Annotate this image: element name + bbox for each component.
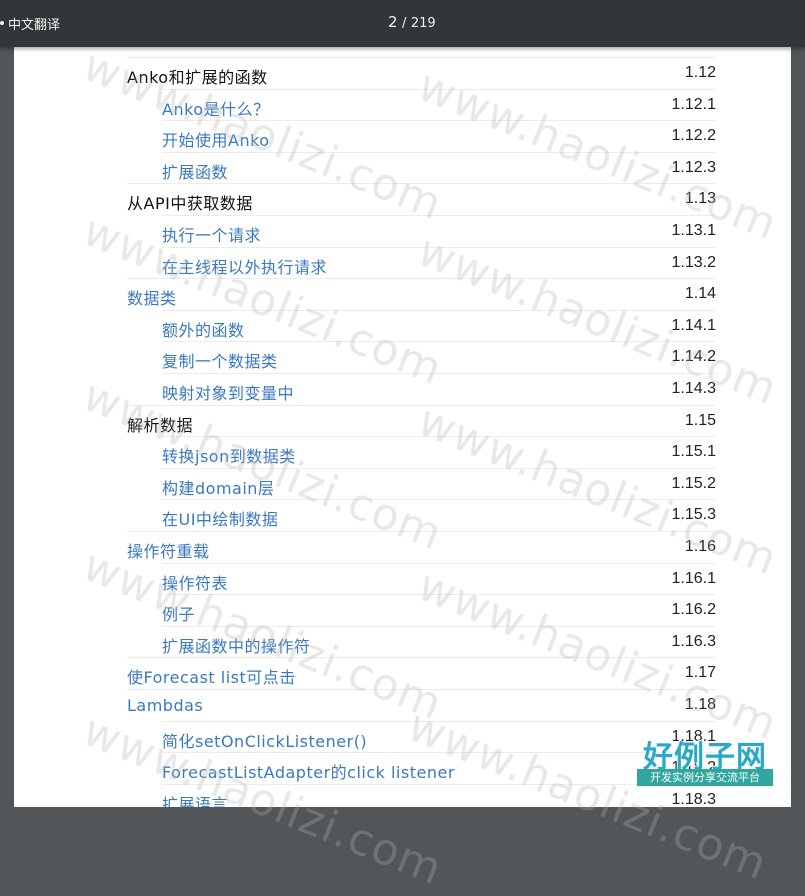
toc-section-row[interactable]: 额外的函数 1.14.1 [162, 309, 716, 342]
toc-entry-title[interactable]: 从API中获取数据 [127, 190, 253, 214]
toc-chapter-row[interactable]: Lambdas 1.18 [127, 689, 716, 721]
toc-section-row[interactable]: 扩展语言 1.18.3 [162, 783, 716, 807]
pdf-page: Anko和扩展的函数 1.12 Anko是什么？ 1.12.1 开始使用Anko 1.12… [14, 47, 791, 807]
toc-entry-title[interactable]: 转换json到数据类 [162, 443, 296, 467]
toc-section-row[interactable]: 在UI中绘制数据 1.15.3 [162, 499, 716, 531]
toc-entry-number: 1.12.1 [671, 95, 716, 113]
toc-section-row[interactable]: 转换json到数据类 1.15.1 [162, 436, 716, 468]
toc-entry-number: 1.12.2 [671, 127, 716, 145]
toc-entry-number: 1.12.3 [671, 158, 716, 176]
toc-chapter-row[interactable]: 解析数据 1.15 [127, 404, 716, 437]
toc-entry-number: 1.14.1 [671, 316, 716, 334]
toc-entry-title[interactable]: 操作符表 [162, 570, 228, 594]
toc-entry-title[interactable]: 在主线程以外执行请求 [162, 254, 327, 278]
toc-section-row[interactable]: 在主线程以外执行请求 1.13.2 [162, 246, 716, 279]
toc-chapter-row[interactable]: 使Forecast list可点击 1.17 [127, 657, 716, 689]
toc-chapter-row[interactable]: 从API中获取数据 1.13 [127, 183, 716, 215]
toc-entry-number: 1.18.3 [671, 790, 716, 807]
toc-entry-number: 1.15.1 [671, 443, 716, 461]
toc-entry-number: 1.18 [684, 696, 716, 713]
document-title: 中文翻译 [8, 17, 61, 33]
toc-entry-number: 1.16 [684, 538, 716, 555]
toc-chapter-row[interactable]: 操作符重载 1.16 [127, 531, 716, 563]
toc-entry-title[interactable]: 开始使用Anko [162, 127, 270, 151]
logo-subtitle: 开发实例分享交流平台 [637, 769, 773, 786]
toc-section-row[interactable]: 操作符表 1.16.1 [162, 562, 716, 595]
toc-entry-number: 1.15 [684, 411, 716, 429]
site-logo: 好例子网 开发实例分享交流平台 [637, 732, 773, 788]
toc-section-row[interactable]: 简化setOnClickListener() 1.18.1 [162, 720, 716, 753]
toc-entry-number: 1.15.3 [671, 506, 716, 524]
toc-entry-title[interactable]: 扩展函数 [162, 159, 228, 183]
toc-entry-title[interactable]: Lambdas [127, 696, 203, 715]
toc-entry-title[interactable]: 例子 [162, 601, 195, 625]
toc-entry-title[interactable]: 执行一个请求 [162, 222, 261, 246]
toc-entry-number: 1.15.2 [671, 474, 716, 492]
toc-entry-title[interactable]: 简化setOnClickListener() [162, 728, 367, 752]
toc-entry-title[interactable]: 在UI中绘制数据 [162, 506, 278, 530]
toc-entry-number: 1.14 [684, 285, 716, 303]
toc-entry-number: 1.16.1 [671, 569, 716, 587]
menu-dot-icon[interactable] [0, 21, 4, 25]
toc-section-row[interactable]: 例子 1.16.2 [162, 594, 716, 626]
toc-entry-title[interactable]: 扩展函数中的操作符 [162, 633, 311, 657]
toc-entry-title[interactable]: 使Forecast list可点击 [127, 664, 296, 688]
toc-section-row[interactable]: 扩展函数中的操作符 1.16.3 [162, 625, 716, 658]
toc-entry-title[interactable]: Anko是什么？ [162, 96, 270, 120]
toc-entry-title[interactable]: 复制一个数据类 [162, 348, 278, 372]
toc-entry-number: 1.16.2 [671, 601, 716, 619]
toc-section-row[interactable]: 复制一个数据类 1.14.2 [162, 341, 716, 373]
toc-entry-title[interactable]: 解析数据 [127, 412, 193, 436]
toc-entry-number: 1.14.2 [671, 348, 716, 366]
toc-entry-number: 1.13.2 [671, 253, 716, 271]
toc-chapter-row[interactable]: Anko和扩展的函数 1.12 [127, 57, 716, 89]
toc-entry-title[interactable]: 映射对象到变量中 [162, 380, 294, 404]
toc-entry-title[interactable]: 额外的函数 [162, 317, 245, 341]
toc-section-row[interactable]: ForecastListAdapter的click listener 1.18.2 [162, 752, 716, 784]
toc-entry-number: 1.13.1 [671, 222, 716, 239]
toc-entry-title[interactable]: 数据类 [127, 285, 177, 309]
toc-section-row[interactable]: 映射对象到变量中 1.14.3 [162, 373, 716, 405]
toc-section-row[interactable]: Anko是什么？ 1.12.1 [162, 88, 716, 121]
pdf-toolbar: 中文翻译 2 / 219 [0, 0, 805, 47]
toc-entry-title[interactable]: ForecastListAdapter的click listener [162, 759, 455, 783]
toc-entry-number: 1.16.3 [671, 632, 716, 650]
toc-entry-number: 1.17 [684, 664, 716, 682]
toc-entry-number: 1.12 [684, 64, 716, 81]
toc-entry-title[interactable]: 扩展语言 [162, 791, 228, 807]
toc-entry-number: 1.14.3 [671, 380, 716, 397]
toc-entry-title[interactable]: 操作符重载 [127, 538, 210, 562]
toc-section-row[interactable]: 执行一个请求 1.13.1 [162, 215, 716, 247]
current-page-number[interactable]: 2 [388, 13, 398, 31]
toc-entry-number: 1.13 [684, 190, 716, 208]
document-title-area[interactable]: 中文翻译 [0, 14, 61, 33]
page-separator: / [402, 16, 407, 31]
toc-entry-title[interactable]: Anko和扩展的函数 [127, 64, 268, 88]
toc-section-row[interactable]: 构建domain层 1.15.2 [162, 467, 716, 500]
total-page-count: 219 [410, 16, 436, 31]
toc-section-row[interactable]: 开始使用Anko 1.12.2 [162, 120, 716, 152]
toc-entry-title[interactable]: 构建domain层 [162, 475, 274, 499]
toc-section-row[interactable]: 扩展函数 1.12.3 [162, 151, 716, 184]
page-indicator: 2 / 219 [388, 13, 436, 31]
toc-chapter-row[interactable]: 数据类 1.14 [127, 278, 716, 310]
